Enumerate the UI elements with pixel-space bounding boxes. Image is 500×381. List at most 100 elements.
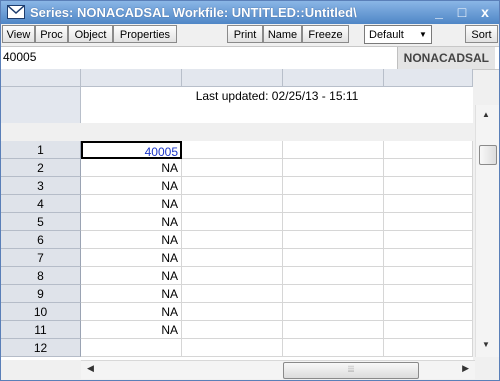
arrow-left-icon[interactable]: ◀ (87, 363, 94, 374)
cell-value-field[interactable]: 40005 (3, 50, 36, 64)
table-cell[interactable]: NA (81, 177, 182, 195)
table-cell[interactable] (283, 213, 384, 231)
table-cell[interactable] (384, 285, 473, 303)
table-cell[interactable] (283, 195, 384, 213)
table-cell[interactable] (283, 267, 384, 285)
table-cell[interactable]: NA (81, 231, 182, 249)
title-bar[interactable]: Series: NONACADSAL Workfile: UNTITLED::U… (1, 1, 499, 24)
table-cell[interactable] (182, 159, 283, 177)
table-cell[interactable] (283, 285, 384, 303)
table-cell[interactable] (283, 141, 384, 159)
row-index[interactable]: 12 (1, 339, 81, 357)
sort-button[interactable]: Sort (465, 25, 498, 43)
table-cell[interactable] (384, 321, 473, 339)
view-button[interactable]: View (2, 25, 35, 43)
row-index[interactable]: 10 (1, 303, 81, 321)
cell-edit-bar: 40005 NONACADSAL (1, 46, 499, 70)
table-cell[interactable]: NA (81, 195, 182, 213)
table-row: 8 NA (1, 267, 473, 285)
resize-grip[interactable] (475, 360, 499, 380)
table-cell[interactable] (81, 339, 182, 357)
table-row: 7 NA (1, 249, 473, 267)
row-index[interactable]: 3 (1, 177, 81, 195)
table-cell[interactable] (384, 177, 473, 195)
proc-button[interactable]: Proc (35, 25, 68, 43)
column-header[interactable] (384, 69, 473, 87)
table-cell[interactable] (182, 213, 283, 231)
table-cell[interactable] (182, 339, 283, 357)
row-index[interactable]: 6 (1, 231, 81, 249)
table-cell[interactable]: NA (81, 213, 182, 231)
close-button[interactable]: x (475, 3, 495, 21)
toolbar: View Proc Object Properties Print Name F… (1, 24, 499, 45)
row-index[interactable]: 9 (1, 285, 81, 303)
chevron-down-icon: ▼ (419, 30, 427, 39)
series-name-label: NONACADSAL (396, 47, 495, 69)
table-cell[interactable] (283, 321, 384, 339)
row-index[interactable]: 4 (1, 195, 81, 213)
arrow-right-icon[interactable]: ▶ (462, 363, 469, 374)
table-cell[interactable] (182, 177, 283, 195)
table-row: 9 NA (1, 285, 473, 303)
row-index[interactable]: 1 (1, 141, 81, 159)
row-index[interactable]: 2 (1, 159, 81, 177)
table-cell[interactable] (283, 339, 384, 357)
maximize-button[interactable]: □ (452, 3, 472, 21)
horizontal-scrollbar[interactable]: ◀ ⦙⦙⦙ ▶ (81, 360, 475, 379)
table-cell[interactable] (182, 267, 283, 285)
vertical-scrollbar[interactable]: ▲ ▼ (475, 105, 499, 357)
row-index[interactable]: 11 (1, 321, 81, 339)
table-cell[interactable] (384, 231, 473, 249)
name-button[interactable]: Name (263, 25, 302, 43)
minimize-button[interactable]: _ (429, 3, 449, 21)
table-cell[interactable] (384, 195, 473, 213)
row-header (1, 105, 81, 123)
arrow-down-icon[interactable]: ▼ (482, 340, 490, 349)
column-header[interactable] (182, 69, 283, 87)
table-cell[interactable] (182, 303, 283, 321)
horizontal-scroll-thumb[interactable]: ⦙⦙⦙ (283, 362, 419, 379)
table-cell[interactable] (384, 267, 473, 285)
table-cell[interactable]: NA (81, 321, 182, 339)
object-button[interactable]: Object (68, 25, 113, 43)
table-row: 12 (1, 339, 473, 357)
row-header (1, 87, 81, 105)
row-index[interactable]: 7 (1, 249, 81, 267)
table-cell[interactable]: NA (81, 303, 182, 321)
row-index[interactable]: 8 (1, 267, 81, 285)
table-cell[interactable]: NA (81, 159, 182, 177)
table-cell[interactable] (283, 177, 384, 195)
table-cell[interactable] (384, 213, 473, 231)
column-header[interactable] (81, 69, 182, 87)
selected-cell[interactable]: 40005 (81, 141, 182, 159)
row-index[interactable]: 5 (1, 213, 81, 231)
table-cell[interactable] (283, 231, 384, 249)
display-type-dropdown[interactable]: Default ▼ (364, 25, 432, 44)
table-cell[interactable] (182, 195, 283, 213)
table-cell[interactable] (384, 141, 473, 159)
table-cell[interactable] (384, 339, 473, 357)
table-cell[interactable] (182, 141, 283, 159)
table-cell[interactable] (182, 231, 283, 249)
table-cell[interactable] (384, 303, 473, 321)
print-button[interactable]: Print (227, 25, 263, 43)
table-cell[interactable] (384, 249, 473, 267)
table-cell[interactable] (384, 159, 473, 177)
table-cell[interactable]: NA (81, 285, 182, 303)
table-cell[interactable] (283, 249, 384, 267)
corner-header[interactable] (1, 69, 81, 87)
properties-button[interactable]: Properties (113, 25, 177, 43)
data-grid: 1 40005 2 NA 3 NA 4 NA 5 NA 6 NA 7 NA 8 NA 9 NA 10 NA 11 NA 12 (1, 141, 473, 360)
table-cell[interactable]: NA (81, 249, 182, 267)
table-cell[interactable] (182, 285, 283, 303)
table-cell[interactable]: NA (81, 267, 182, 285)
table-cell[interactable] (182, 249, 283, 267)
freeze-button[interactable]: Freeze (302, 25, 349, 43)
table-cell[interactable] (283, 303, 384, 321)
table-cell[interactable] (283, 159, 384, 177)
column-header[interactable] (283, 69, 384, 87)
table-cell[interactable] (182, 321, 283, 339)
vertical-scroll-thumb[interactable] (479, 145, 497, 165)
arrow-up-icon[interactable]: ▲ (482, 110, 490, 119)
table-row: 3 NA (1, 177, 473, 195)
